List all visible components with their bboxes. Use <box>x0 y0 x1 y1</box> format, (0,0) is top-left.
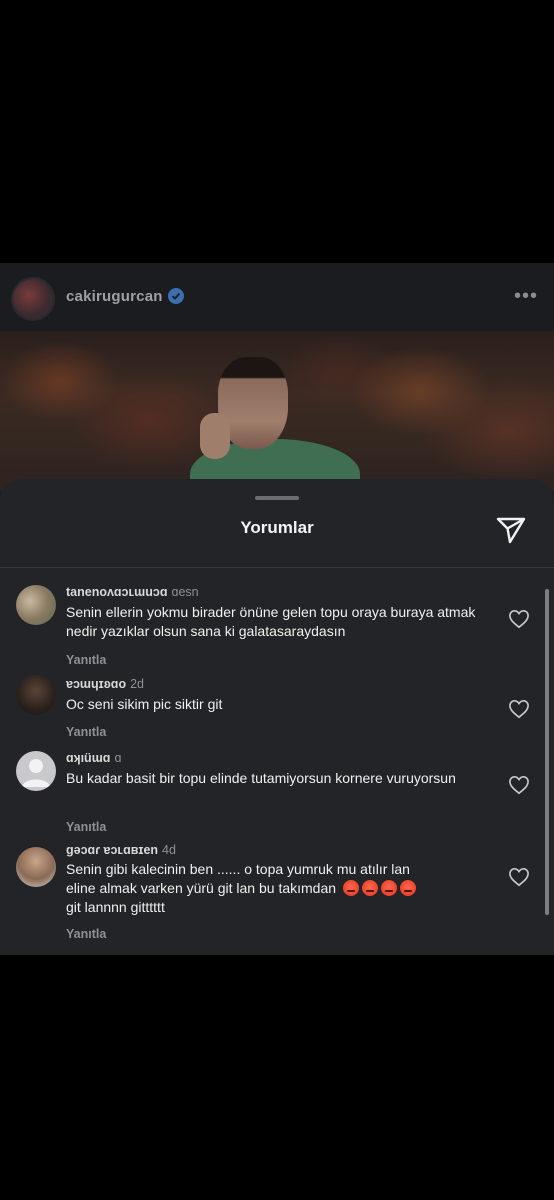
commenter-avatar[interactable] <box>16 847 56 887</box>
comment-item: tanenoʌɑɔʟɯuɔɑ ɑesn Senin ellerin yokmu b… <box>0 583 554 673</box>
like-heart-icon[interactable] <box>508 609 530 629</box>
sheet-drag-handle[interactable] <box>255 496 299 500</box>
comment-text-line: eline almak varken yürü git lan bu takım… <box>66 880 337 896</box>
comment-item: ɑʞıüɯɑ ɑ Bu kadar basit bir topu elinde t… <box>0 751 554 841</box>
comment-text: Bu kadar basit bir topu elinde tutamiyor… <box>66 770 456 786</box>
angry-face-emoji-icon <box>342 880 359 896</box>
comment-text: Senin gibi kalecinin ben ...... o topa y… <box>66 860 496 917</box>
commenter-name[interactable]: ɐɔɯɥɪʚɑo <box>66 677 126 691</box>
commenter-avatar[interactable] <box>16 675 56 715</box>
like-heart-icon[interactable] <box>508 699 530 719</box>
angry-face-emoji-icon <box>361 880 378 896</box>
more-options-icon[interactable]: ••• <box>514 285 538 308</box>
comment-time: ɑesn <box>171 585 199 599</box>
reply-button[interactable]: Yanıtla <box>66 820 106 834</box>
comments-scrollbar[interactable] <box>545 589 549 915</box>
commenter-name[interactable]: gəɔɑɾ ɐɔʟɑʙɪen <box>66 843 158 857</box>
comment-text-line: git lannnn gitttttt <box>66 899 165 915</box>
default-avatar-icon[interactable] <box>16 751 56 791</box>
comment-item: ɐɔɯɥɪʚɑo 2d Oc seni sikim pic siktir git … <box>0 675 554 745</box>
angry-face-emoji-icon <box>399 880 416 896</box>
comment-text: Senin ellerin yokmu birader önüne gelen … <box>66 604 476 639</box>
commenter-name[interactable]: tanenoʌɑɔʟɯuɔɑ <box>66 585 168 599</box>
post-photo <box>0 331 554 491</box>
comment-time: 2d <box>130 677 144 691</box>
sheet-title: Yorumlar <box>240 518 314 537</box>
player-hand <box>200 413 230 459</box>
reply-button[interactable]: Yanıtla <box>66 927 106 941</box>
comment-text: Oc seni sikim pic siktir git <box>66 696 223 712</box>
commenter-username[interactable]: ɑʞıüɯɑ ɑ <box>66 751 121 765</box>
comment-time: 4d <box>162 843 176 857</box>
post-header: cakirugurcan ••• <box>0 263 554 331</box>
reply-button[interactable]: Yanıtla <box>66 725 106 739</box>
comments-sheet: Yorumlar tanenoʌɑɔʟɯuɔɑ ɑesn Senin elleri… <box>0 479 554 955</box>
commenter-username[interactable]: tanenoʌɑɔʟɯuɔɑ ɑesn <box>66 585 199 599</box>
commenter-avatar[interactable] <box>16 585 56 625</box>
sheet-divider <box>0 567 554 568</box>
share-icon[interactable] <box>495 513 527 545</box>
reply-button[interactable]: Yanıtla <box>66 653 106 667</box>
like-heart-icon[interactable] <box>508 867 530 887</box>
author-avatar[interactable] <box>13 279 53 319</box>
comment-text-line: Senin gibi kalecinin ben ...... o topa y… <box>66 861 410 877</box>
commenter-name[interactable]: ɑʞıüɯɑ <box>66 751 110 765</box>
comment-time: ɑ <box>114 751 122 765</box>
commenter-username[interactable]: gəɔɑɾ ɐɔʟɑʙɪen 4d <box>66 843 176 857</box>
verified-badge-icon <box>168 288 184 304</box>
comment-text-line-with-emoji: eline almak varken yürü git lan bu takım… <box>66 879 496 898</box>
comment-item: gəɔɑɾ ɐɔʟɑʙɪen 4d Senin gibi kalecinin be… <box>0 843 554 953</box>
author-username[interactable]: cakirugurcan <box>66 288 163 305</box>
commenter-username[interactable]: ɐɔɯɥɪʚɑo 2d <box>66 677 144 691</box>
angry-face-emoji-icon <box>380 880 397 896</box>
instagram-post-screen: cakirugurcan ••• Yorumlar tanenoʌɑɔʟɯuɔɑ… <box>0 263 554 955</box>
like-heart-icon[interactable] <box>508 775 530 795</box>
